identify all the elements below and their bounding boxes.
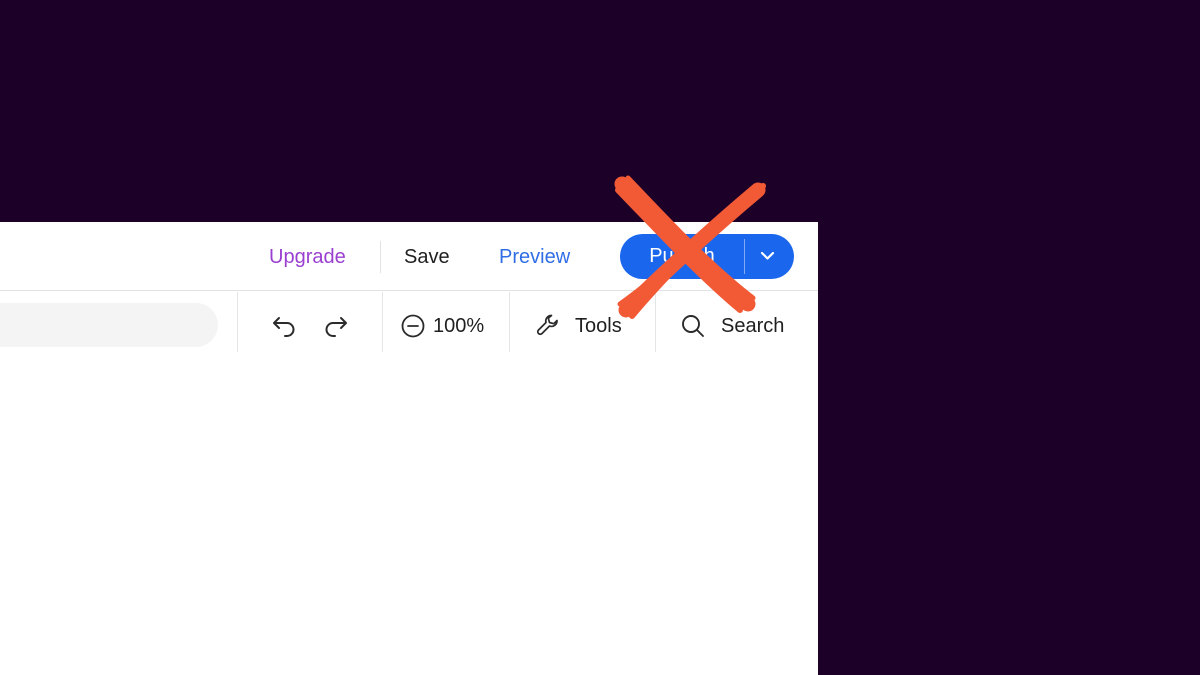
undo-icon[interactable] [270,310,300,340]
search-icon [682,315,704,337]
zoom-level[interactable]: 100% [433,313,484,339]
toolbar-divider [382,292,383,352]
zoom-out-icon[interactable] [400,313,426,339]
publish-dropdown-button[interactable] [745,234,794,279]
redo-icon[interactable] [320,310,350,340]
upgrade-link[interactable]: Upgrade [269,244,346,270]
editor-toolbar: 100% Tools Search [0,292,818,352]
search-label: Search [721,315,785,337]
publish-button-group: Publish [620,234,794,279]
wrench-icon [537,314,558,335]
save-button[interactable]: Save [404,244,450,270]
editor-window: Upgrade Save Preview Publish 100% Tools … [0,222,818,675]
toolbar-divider [655,292,656,352]
toolbar-divider [237,292,238,352]
top-bar: Upgrade Save Preview Publish [0,222,818,291]
site-search-field[interactable] [0,303,218,347]
toolbar-divider [509,292,510,352]
chevron-down-icon [760,251,775,260]
tools-label: Tools [575,315,622,337]
preview-button[interactable]: Preview [499,244,570,270]
editor-canvas[interactable] [0,352,818,675]
publish-button[interactable]: Publish [620,234,744,279]
top-bar-divider [380,241,381,273]
